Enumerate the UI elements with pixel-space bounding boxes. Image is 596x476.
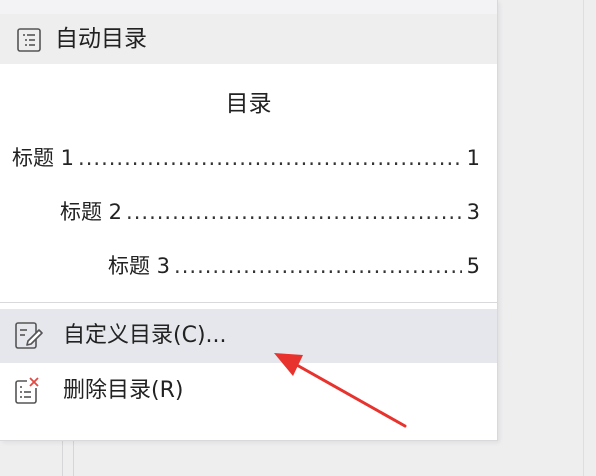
edit-document-icon bbox=[15, 322, 43, 349]
menu-top-strip bbox=[0, 0, 497, 14]
toc-preview-title: 目录 bbox=[225, 91, 272, 117]
toc-preview-option[interactable]: 目录 标题 1 ................................… bbox=[0, 64, 497, 300]
delete-toc-icon bbox=[15, 376, 41, 404]
delete-toc-menu-item[interactable]: 删除目录(R) bbox=[0, 364, 497, 418]
custom-toc-menu-item[interactable]: 自定义目录(C)... bbox=[0, 309, 497, 363]
toc-list-icon bbox=[17, 28, 41, 52]
auto-toc-section-header: 自动目录 bbox=[0, 14, 497, 64]
toc-entry-page: 5 bbox=[466, 254, 480, 278]
toc-leader-dots: ........................................… bbox=[174, 254, 462, 278]
delete-toc-label: 删除目录(R) bbox=[63, 378, 184, 403]
toc-dropdown-menu: 自动目录 目录 标题 1 ...........................… bbox=[0, 0, 498, 441]
toc-entry-level-3: 标题 3 ...................................… bbox=[108, 250, 480, 278]
background-ruler-lines bbox=[62, 441, 74, 476]
toc-entry-page: 3 bbox=[466, 200, 480, 224]
toc-entry-level-2: 标题 2 ...................................… bbox=[60, 196, 480, 224]
toc-entry-page: 1 bbox=[466, 146, 480, 170]
auto-toc-label: 自动目录 bbox=[55, 26, 147, 52]
background-edge-line bbox=[583, 0, 584, 476]
menu-divider bbox=[0, 302, 497, 303]
custom-toc-label: 自定义目录(C)... bbox=[63, 323, 227, 348]
toc-entry-text: 标题 2 bbox=[60, 200, 123, 224]
toc-leader-dots: ........................................… bbox=[78, 146, 462, 170]
toc-leader-dots: ........................................… bbox=[126, 200, 462, 224]
toc-entry-text: 标题 1 bbox=[12, 146, 75, 170]
toc-entry-text: 标题 3 bbox=[108, 254, 171, 278]
toc-entry-level-1: 标题 1 ...................................… bbox=[12, 142, 480, 170]
